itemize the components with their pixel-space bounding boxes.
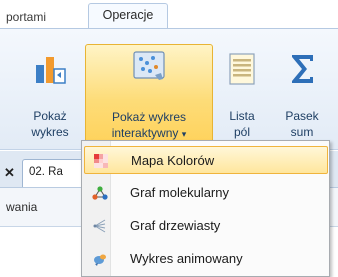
sum-bar-label-2: sum [290, 125, 314, 139]
document-tab[interactable]: 02. Ra [22, 159, 87, 187]
molecular-graph-icon [92, 186, 108, 200]
sigma-icon [292, 55, 313, 83]
close-icon[interactable]: ✕ [4, 165, 24, 185]
field-list-label-2: pól [233, 125, 250, 139]
bar-chart-icon [36, 57, 66, 84]
tab-raporty[interactable]: portami [0, 8, 82, 28]
sum-bar-button[interactable]: Pasek sum [272, 31, 332, 149]
tab-operacje[interactable]: Operacje [88, 3, 168, 29]
field-list-label-1: Lista [229, 109, 255, 123]
menu-item-label: Wykres animowany [130, 251, 243, 266]
menu-item-color-map[interactable]: Mapa Kolorów [84, 146, 328, 174]
menu-item-label: Graf molekularny [130, 185, 229, 200]
menu-item-tree-graph[interactable]: Graf drzewiasty [84, 212, 328, 240]
show-interactive-chart-label-2: interaktywny [111, 126, 179, 140]
show-chart-label-1: Pokaż [33, 109, 67, 123]
field-list-button[interactable]: Lista pól [217, 31, 267, 149]
tree-graph-icon [93, 219, 106, 233]
color-map-icon [94, 154, 108, 168]
show-chart-button[interactable]: Pokaż wykres [20, 31, 80, 149]
ribbon-panel: Pokaż wykres Pokaż wykres interaktywny ▾ [0, 28, 338, 150]
animated-chart-icon [94, 254, 106, 266]
document-header-text: wania [6, 200, 38, 214]
show-interactive-chart-label-1: Pokaż wykres [111, 110, 187, 124]
menu-item-label: Mapa Kolorów [131, 153, 215, 168]
show-chart-label-2: wykres [31, 125, 69, 139]
sum-bar-label-1: Pasek [285, 109, 319, 123]
interactive-chart-icon [133, 51, 165, 80]
menu-item-animated-chart[interactable]: Wykres animowany [84, 245, 328, 273]
field-list-icon [229, 53, 255, 85]
dropdown-arrow-icon: ▾ [181, 129, 187, 139]
menu-item-molecular-graph[interactable]: Graf molekularny [84, 179, 328, 207]
menu-item-label: Graf drzewiasty [130, 218, 221, 233]
show-interactive-chart-button[interactable]: Pokaż wykres interaktywny ▾ [85, 44, 213, 147]
ribbon-tab-strip: portami Operacje [0, 0, 338, 29]
interactive-chart-dropdown-menu: Mapa Kolorów Graf molekularny Graf drzew… [81, 140, 330, 277]
